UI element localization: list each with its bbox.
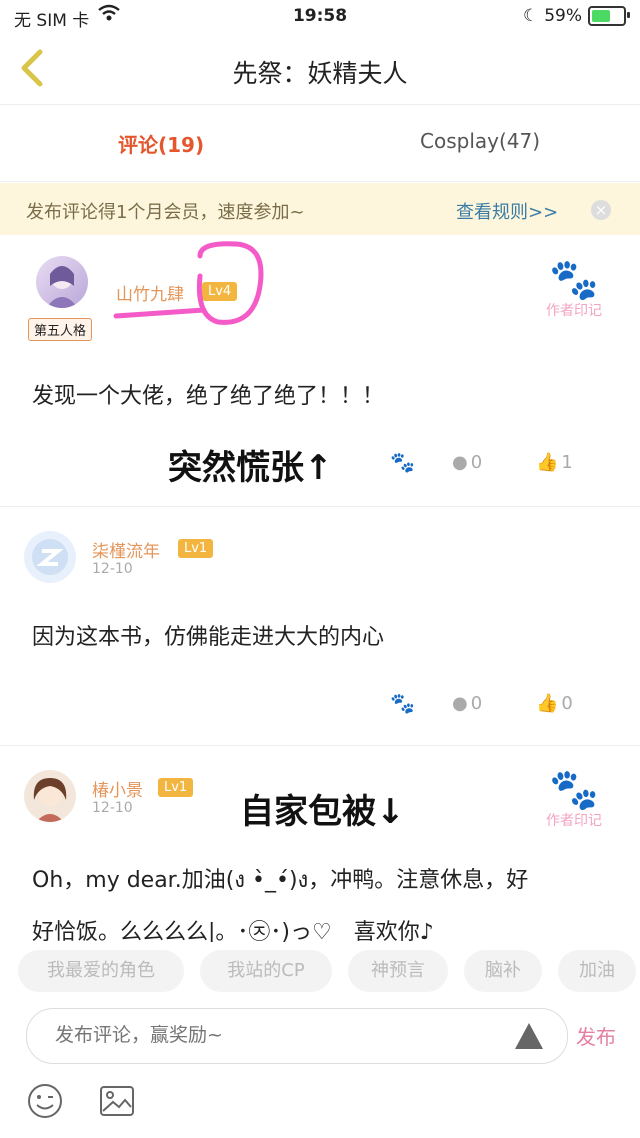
tab-bar: 评论(19) Cosplay(47): [0, 105, 640, 182]
username[interactable]: 椿小景: [92, 776, 143, 801]
level-badge: Lv1: [178, 539, 214, 558]
like-button[interactable]: 👍 1: [536, 452, 573, 473]
comment-item: 第五人格 山竹九肆 Lv4 🐾 作者印记 发现一个大佬，绝了绝了绝了！！！ 突然…: [0, 236, 640, 507]
close-icon[interactable]: ×: [591, 200, 611, 220]
emoji-icon: [28, 1084, 62, 1118]
author-mark-label: 作者印记: [546, 813, 602, 829]
paw-icon: 🐾: [549, 257, 599, 303]
chip[interactable]: 脑补: [464, 950, 542, 992]
comment-count[interactable]: ● 0: [452, 693, 482, 714]
paw-icon: 🐾: [549, 767, 599, 813]
paw-icon[interactable]: 🐾: [390, 450, 415, 474]
page-title: 先祭：妖精夫人: [232, 59, 408, 88]
image-icon: [100, 1086, 134, 1116]
tab-cosplay[interactable]: Cosplay(47): [420, 129, 540, 153]
highlight-scribble: [113, 241, 264, 325]
battery-icon: [588, 6, 630, 26]
promo-banner: 发布评论得1个月会员，速度参加~ 查看规则>> ×: [0, 183, 640, 235]
comment-text: 因为这本书，仿佛能走进大大的内心: [32, 625, 385, 650]
moon-icon: ☾: [522, 6, 539, 26]
chip[interactable]: 加油: [558, 950, 636, 992]
author-mark-button[interactable]: 🐾 作者印记: [546, 260, 602, 320]
author-mark-label: 作者印记: [546, 303, 602, 319]
author-mark-button[interactable]: 🐾 作者印记: [546, 770, 602, 830]
emoji-button[interactable]: [26, 1082, 64, 1120]
username[interactable]: 柒槿流年: [92, 537, 160, 562]
nav-bar: 先祭：妖精夫人: [0, 34, 640, 105]
chip[interactable]: 我最爱的角色: [18, 950, 184, 992]
comment-date: 12-10: [92, 800, 133, 816]
comment-date: 12-10: [92, 561, 133, 577]
level-badge: Lv1: [158, 778, 194, 797]
paw-icon[interactable]: 🐾: [390, 691, 415, 715]
chip[interactable]: 我站的CP: [200, 950, 332, 992]
banner-text: 发布评论得1个月会员，速度参加~: [26, 202, 305, 223]
avatar[interactable]: [24, 770, 76, 822]
status-right: ☾ 59%: [522, 6, 630, 26]
comment-text-line: Oh，my dear.加油(ง •̀_•́)ง，冲鸭。注意休息，好: [32, 868, 529, 893]
avatar[interactable]: [24, 531, 76, 583]
avatar[interactable]: [36, 256, 88, 308]
annotation-text: 突然慌张↑: [168, 448, 333, 488]
comment-item: 椿小景 Lv1 12-10 自家包被↓ 🐾 作者印记 Oh，my dear.加油…: [0, 746, 640, 945]
comment-item: 柒槿流年 Lv1 12-10 因为这本书，仿佛能走进大大的内心 🐾 ● 0 👍 0: [0, 507, 640, 746]
publish-button[interactable]: 发布: [576, 1021, 616, 1050]
annotation-text: 自家包被↓: [240, 792, 405, 832]
comment-count[interactable]: ● 0: [452, 452, 482, 473]
image-button[interactable]: [98, 1082, 136, 1120]
comment-input[interactable]: [53, 1023, 457, 1047]
view-rules-link[interactable]: 查看规则>>: [456, 198, 558, 224]
battery-fill: [592, 10, 610, 22]
game-badge: 第五人格: [28, 318, 93, 341]
comment-input-bar: [26, 1008, 568, 1064]
comment-bubble-icon: ●: [452, 452, 468, 473]
status-bar: 无 SIM 卡 19:58 ☾ 59%: [0, 0, 640, 34]
quick-reply-chips: 我最爱的角色 我站的CP 神预言 脑补 加油: [0, 942, 640, 1000]
comment-bubble-icon: ●: [452, 693, 468, 714]
comment-text: 发现一个大佬，绝了绝了绝了！！！: [32, 384, 385, 409]
send-icon[interactable]: [515, 1023, 543, 1049]
battery-percent: 59%: [544, 6, 582, 26]
like-button[interactable]: 👍 0: [536, 693, 573, 714]
chip[interactable]: 神预言: [348, 950, 448, 992]
thumbs-up-icon: 👍: [536, 693, 559, 714]
thumbs-up-icon: 👍: [536, 452, 559, 473]
tab-comments[interactable]: 评论(19): [118, 129, 204, 158]
